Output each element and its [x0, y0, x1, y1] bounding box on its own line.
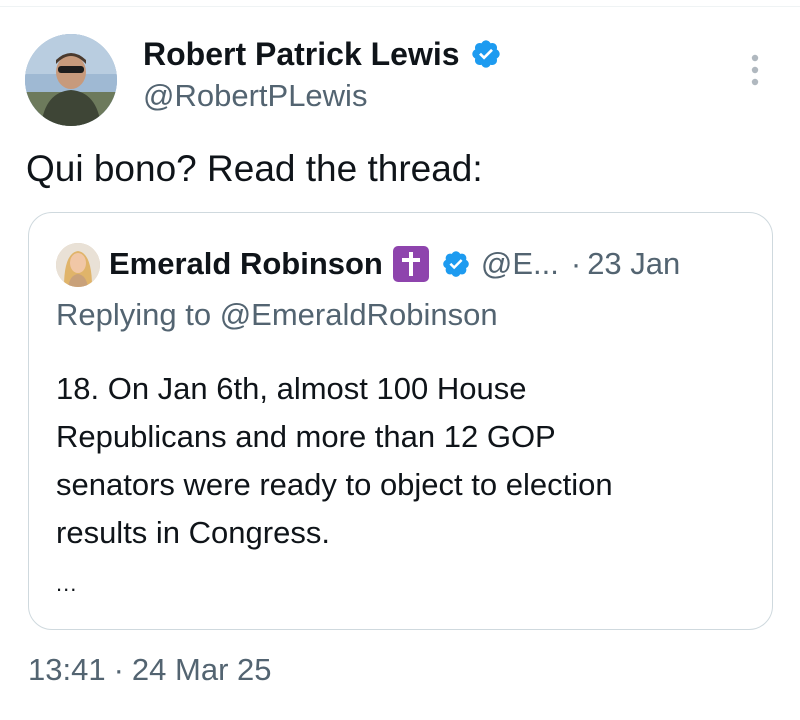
timestamp-date[interactable]: 24 Mar 25 [132, 652, 272, 688]
more-options-button[interactable] [740, 50, 770, 90]
quoted-author-display-name[interactable]: Emerald Robinson [109, 246, 383, 282]
quoted-tweet-date[interactable]: 23 Jan [587, 246, 680, 282]
quoted-tweet-body: 18. On Jan 6th, almost 100 House Republi… [56, 365, 756, 557]
avatar-photo-icon [56, 243, 100, 287]
tweet-text: Qui bono? Read the thread: [26, 148, 483, 189]
quoted-author-row: Emerald Robinson @E... · 23 Jan [109, 241, 680, 287]
quoted-body-line: 18. On Jan 6th, almost 100 House [56, 371, 527, 406]
separator-dot: · [113, 652, 124, 687]
author-avatar[interactable] [25, 34, 117, 126]
quoted-tweet-card[interactable]: Emerald Robinson @E... · 23 Jan Replying… [28, 212, 773, 630]
more-vertical-icon [751, 54, 759, 86]
author-handle[interactable]: @RobertPLewis [143, 78, 367, 114]
quoted-body-line: results in Congress. [56, 515, 330, 550]
tweet-timestamp: 13:41 · 24 Mar 25 [28, 652, 271, 688]
replying-to-text[interactable]: Replying to @EmeraldRobinson [56, 297, 498, 333]
verified-badge-icon [443, 251, 469, 277]
tweet-detail: Robert Patrick Lewis @RobertPLewis Qui b… [0, 0, 800, 720]
avatar-photo-icon [25, 34, 117, 126]
cross-emoji-icon [392, 246, 429, 282]
quoted-author-avatar[interactable] [56, 243, 100, 287]
author-name-row: Robert Patrick Lewis [143, 34, 502, 74]
truncation-ellipsis: ... [56, 571, 78, 596]
timestamp-time[interactable]: 13:41 [28, 652, 106, 688]
separator-dot: · [570, 246, 582, 281]
divider [0, 6, 800, 7]
author-display-name[interactable]: Robert Patrick Lewis [143, 36, 460, 73]
quoted-body-line: Republicans and more than 12 GOP [56, 419, 556, 454]
quoted-body-line: senators were ready to object to electio… [56, 467, 613, 502]
verified-badge-icon [471, 40, 500, 68]
quoted-author-handle[interactable]: @E... [481, 246, 559, 282]
